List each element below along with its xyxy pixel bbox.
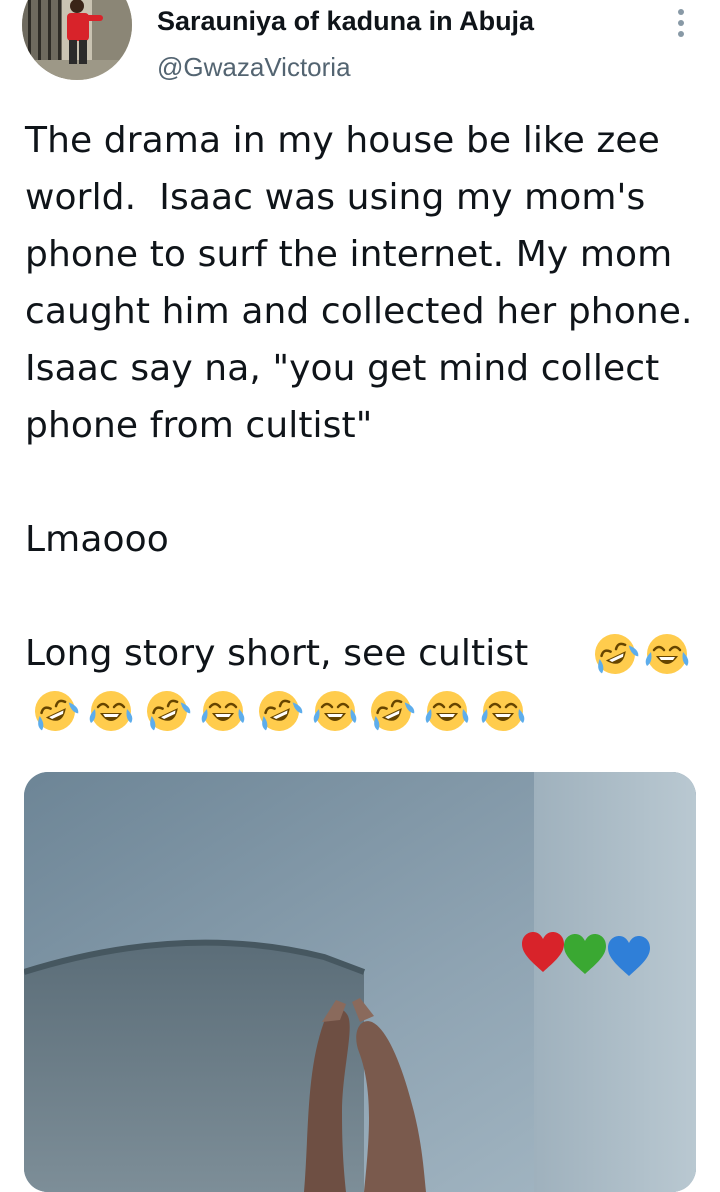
tweet-header: Sarauniya of kaduna in Abuja @GwazaVicto… [0, 0, 720, 110]
rofl-emoji-icon [147, 691, 191, 731]
rofl-emoji-icon [259, 691, 303, 731]
tweet-paragraph-1: The drama in my house be like zee world.… [25, 120, 705, 446]
joy-emoji-icon [89, 691, 133, 731]
rofl-emoji-icon [595, 634, 639, 674]
joy-emoji-icon [645, 634, 689, 674]
display-name[interactable]: Sarauniya of kaduna in Abuja [157, 6, 534, 37]
emoji-line [25, 688, 715, 734]
emoji-tail-first-line [0, 627, 720, 692]
joy-emoji-icon [313, 691, 357, 731]
rofl-emoji-icon [35, 691, 79, 731]
tweet-media-image[interactable] [24, 772, 696, 1192]
avatar[interactable] [22, 0, 132, 80]
user-handle[interactable]: @GwazaVictoria [157, 52, 351, 83]
rofl-emoji-icon [371, 691, 415, 731]
media-photo [24, 772, 696, 1192]
more-vertical-icon [678, 9, 684, 15]
avatar-image [22, 0, 132, 80]
joy-emoji-icon [481, 691, 525, 731]
tweet-paragraph-2: Lmaooo [25, 519, 169, 560]
joy-emoji-icon [201, 691, 245, 731]
more-vertical-icon-dot-3 [678, 31, 684, 37]
tweet-text: The drama in my house be like zee world.… [25, 112, 705, 682]
more-options-button[interactable] [666, 6, 696, 40]
joy-emoji-icon [425, 691, 469, 731]
more-vertical-icon-dot-2 [678, 20, 684, 26]
